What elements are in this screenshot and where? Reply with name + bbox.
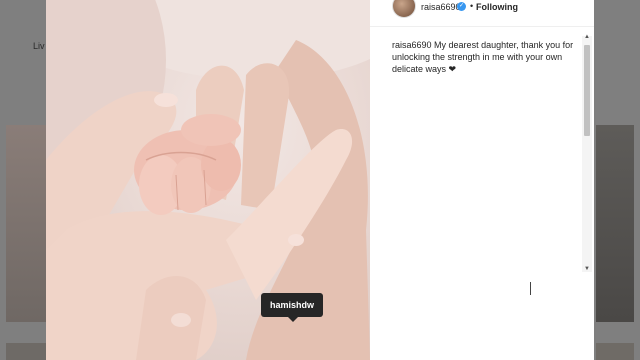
scroll-down-arrow-icon[interactable]: ▼ [584,266,590,272]
story-label: Liv [33,41,45,51]
separator-dot: • [470,1,474,11]
scroll-up-arrow-icon[interactable]: ▲ [584,34,590,40]
verified-badge-icon: ✓ [457,2,466,11]
post-caption: raisa6690 My dearest daughter, thank you… [392,39,574,75]
scroll-thumb[interactable] [584,45,590,136]
background-post-thumbnail[interactable] [6,125,46,322]
post-modal: hamishdw raisa6690 ✓ • Following raisa66… [46,0,594,360]
background-post-thumbnail[interactable] [6,343,46,360]
background-post-thumbnail[interactable] [596,125,634,322]
following-button[interactable]: Following [476,2,518,12]
comments-area: raisa6690 My dearest daughter, thank you… [370,36,582,272]
author-username[interactable]: raisa6690 [421,2,461,12]
post-photo[interactable]: hamishdw [46,0,370,360]
caption-username[interactable]: raisa6690 [392,40,432,50]
post-sidebar: raisa6690 ✓ • Following raisa6690 My dea… [370,0,594,360]
photo-user-tag[interactable]: hamishdw [261,293,324,322]
comments-scrollbar[interactable]: ▲ ▼ [582,34,592,272]
background-post-thumbnail[interactable] [596,343,634,360]
post-header: raisa6690 ✓ • Following [370,0,594,27]
text-cursor [530,282,531,295]
avatar[interactable] [392,0,416,18]
